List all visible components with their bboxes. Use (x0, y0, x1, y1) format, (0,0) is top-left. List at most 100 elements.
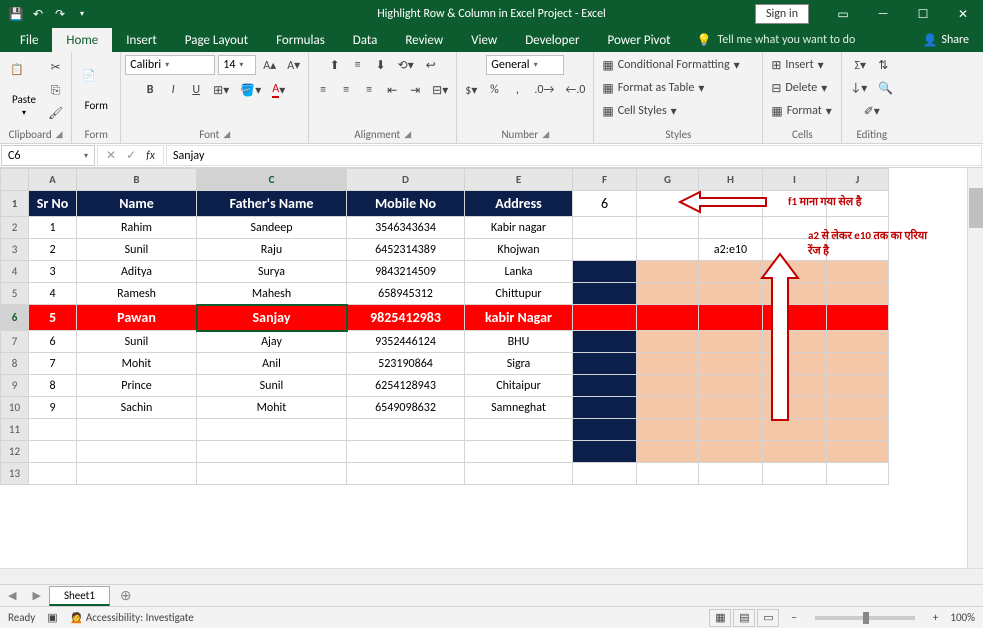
cell-F9[interactable] (573, 375, 637, 397)
cell-E8[interactable]: Sigra (465, 353, 573, 375)
cell-C12[interactable] (197, 441, 347, 463)
fill-button[interactable]: ↓▾ (846, 78, 871, 98)
cell-A4[interactable]: 3 (29, 261, 77, 283)
cancel-formula-icon[interactable]: ✕ (106, 148, 116, 163)
col-header-D[interactable]: D (347, 169, 465, 191)
row-header-1[interactable]: 1 (1, 191, 29, 217)
cell-D3[interactable]: 6452314389 (347, 239, 465, 261)
underline-button[interactable]: U (186, 80, 206, 100)
align-middle-button[interactable]: ≡ (348, 55, 368, 75)
qat-customize-icon[interactable]: ▾ (74, 6, 90, 22)
tab-insert[interactable]: Insert (112, 28, 171, 52)
cell-F8[interactable] (573, 353, 637, 375)
tab-home[interactable]: Home (52, 28, 112, 52)
cell-styles-button[interactable]: ▦Cell Styles▾ (598, 101, 758, 121)
tab-data[interactable]: Data (339, 28, 392, 52)
fx-icon[interactable]: fx (146, 149, 155, 163)
cell-F10[interactable] (573, 397, 637, 419)
cell-G5[interactable] (637, 283, 699, 305)
tab-formulas[interactable]: Formulas (262, 28, 339, 52)
cell-D7[interactable]: 9352446124 (347, 331, 465, 353)
col-header-E[interactable]: E (465, 169, 573, 191)
row-header-9[interactable]: 9 (1, 375, 29, 397)
cell-E1[interactable]: Address (465, 191, 573, 217)
zoom-in-button[interactable]: + (933, 611, 938, 624)
tab-page-layout[interactable]: Page Layout (171, 28, 262, 52)
align-top-button[interactable]: ⬆ (325, 55, 345, 75)
cell-G7[interactable] (637, 331, 699, 353)
row-header-13[interactable]: 13 (1, 463, 29, 485)
cell-F11[interactable] (573, 419, 637, 441)
row-header-8[interactable]: 8 (1, 353, 29, 375)
cell-B11[interactable] (77, 419, 197, 441)
font-name-combo[interactable]: Calibri▾ (125, 55, 215, 75)
cell-I13[interactable] (763, 463, 827, 485)
enter-formula-icon[interactable]: ✓ (126, 148, 136, 163)
col-header-F[interactable]: F (573, 169, 637, 191)
decrease-font-button[interactable]: A▾ (283, 55, 304, 75)
formula-input[interactable]: Sanjay (166, 145, 982, 166)
fill-color-button[interactable]: 🪣▾ (236, 80, 265, 100)
cell-G3[interactable] (637, 239, 699, 261)
cell-D5[interactable]: 658945312 (347, 283, 465, 305)
orientation-button[interactable]: ⟲▾ (394, 55, 418, 75)
accessibility-status[interactable]: 🙍 Accessibility: Investigate (70, 611, 194, 624)
add-sheet-button[interactable]: ⊕ (110, 587, 142, 604)
align-bottom-button[interactable]: ⬇ (371, 55, 391, 75)
cell-A2[interactable]: 1 (29, 217, 77, 239)
cell-C7[interactable]: Ajay (197, 331, 347, 353)
cell-B1[interactable]: Name (77, 191, 197, 217)
cell-G12[interactable] (637, 441, 699, 463)
cell-B3[interactable]: Sunil (77, 239, 197, 261)
cell-C1[interactable]: Father's Name (197, 191, 347, 217)
cell-E2[interactable]: Kabir nagar (465, 217, 573, 239)
col-header-J[interactable]: J (827, 169, 889, 191)
vertical-scrollbar[interactable] (967, 168, 983, 568)
cell-J4[interactable] (827, 261, 889, 283)
dialog-launcher-icon[interactable]: ◢ (223, 129, 230, 140)
increase-indent-button[interactable]: ⇥ (405, 80, 425, 100)
redo-icon[interactable]: ↷ (52, 6, 68, 22)
select-all-corner[interactable] (1, 169, 29, 191)
autosum-button[interactable]: Σ▾ (850, 55, 870, 75)
cell-A8[interactable]: 7 (29, 353, 77, 375)
minimize-button[interactable]: — (863, 0, 903, 28)
tab-view[interactable]: View (457, 28, 511, 52)
sheet-tab-active[interactable]: Sheet1 (49, 586, 110, 606)
view-normal-button[interactable]: ▦ (709, 609, 731, 627)
sheet-nav-prev[interactable]: ◀ (0, 589, 24, 602)
row-header-11[interactable]: 11 (1, 419, 29, 441)
cell-B7[interactable]: Sunil (77, 331, 197, 353)
sheet-nav-next[interactable]: ▶ (24, 589, 48, 602)
cell-H3[interactable]: a2:e10 (699, 239, 763, 261)
cell-D4[interactable]: 9843214509 (347, 261, 465, 283)
find-select-button[interactable]: 🔍 (874, 78, 897, 98)
undo-icon[interactable]: ↶ (30, 6, 46, 22)
cell-E7[interactable]: BHU (465, 331, 573, 353)
cell-G6[interactable] (637, 305, 699, 331)
tab-power-pivot[interactable]: Power Pivot (593, 28, 684, 52)
cell-A9[interactable]: 8 (29, 375, 77, 397)
row-header-10[interactable]: 10 (1, 397, 29, 419)
zoom-level[interactable]: 100% (950, 611, 975, 624)
row-header-7[interactable]: 7 (1, 331, 29, 353)
cell-G10[interactable] (637, 397, 699, 419)
cell-H10[interactable] (699, 397, 763, 419)
insert-cells-button[interactable]: ⊞Insert▾ (767, 55, 837, 75)
comma-button[interactable]: , (507, 80, 527, 100)
cut-button[interactable]: ✂ (44, 58, 67, 78)
tab-developer[interactable]: Developer (511, 28, 593, 52)
cell-E3[interactable]: Khojwan (465, 239, 573, 261)
cell-J10[interactable] (827, 397, 889, 419)
cell-C4[interactable]: Surya (197, 261, 347, 283)
increase-font-button[interactable]: A▴ (259, 55, 280, 75)
cell-E5[interactable]: Chittupur (465, 283, 573, 305)
cell-B10[interactable]: Sachin (77, 397, 197, 419)
cell-F12[interactable] (573, 441, 637, 463)
cell-D2[interactable]: 3546343634 (347, 217, 465, 239)
cell-A7[interactable]: 6 (29, 331, 77, 353)
macro-record-icon[interactable]: ▣ (47, 611, 57, 624)
cell-E11[interactable] (465, 419, 573, 441)
cell-H5[interactable] (699, 283, 763, 305)
col-header-A[interactable]: A (29, 169, 77, 191)
